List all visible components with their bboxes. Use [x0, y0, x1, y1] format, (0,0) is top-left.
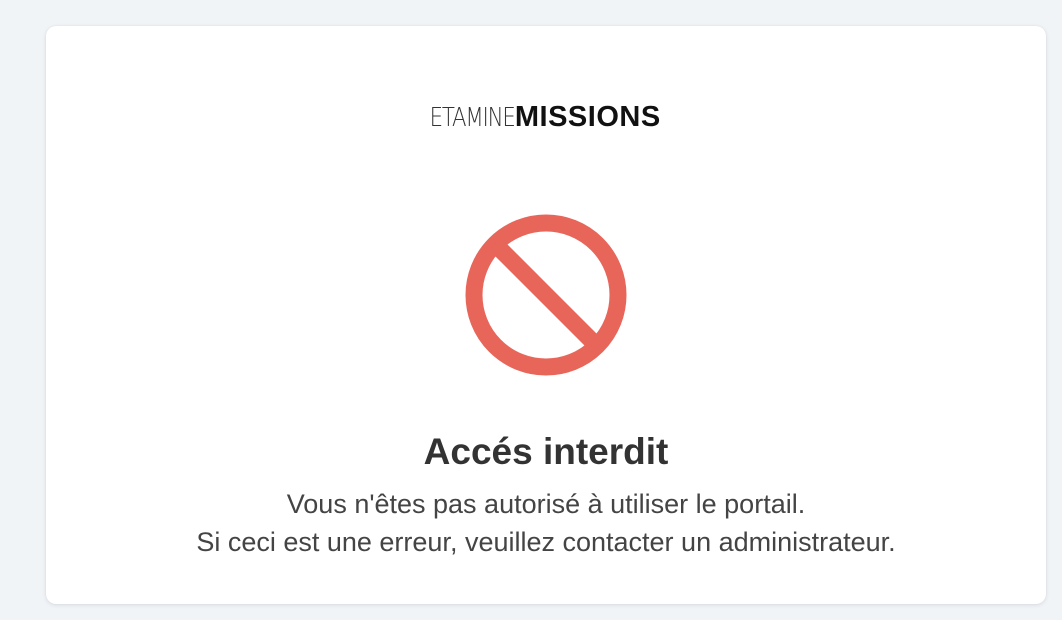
- error-message: Vous n'êtes pas autorisé à utiliser le p…: [46, 485, 1046, 561]
- forbidden-icon: [465, 214, 627, 376]
- logo-light-text: ETAMINE: [429, 103, 516, 133]
- access-denied-card: ETAMINEMISSIONS Accés interdit Vous n'êt…: [46, 26, 1046, 604]
- page-title: Accés interdit: [423, 431, 669, 472]
- error-message-line-1: Vous n'êtes pas autorisé à utiliser le p…: [286, 489, 806, 519]
- logo-bold-text: MISSIONS: [514, 101, 661, 133]
- logo: ETAMINEMISSIONS: [46, 99, 1046, 136]
- error-message-line-2: Si ceci est une erreur, veuillez contact…: [196, 527, 896, 557]
